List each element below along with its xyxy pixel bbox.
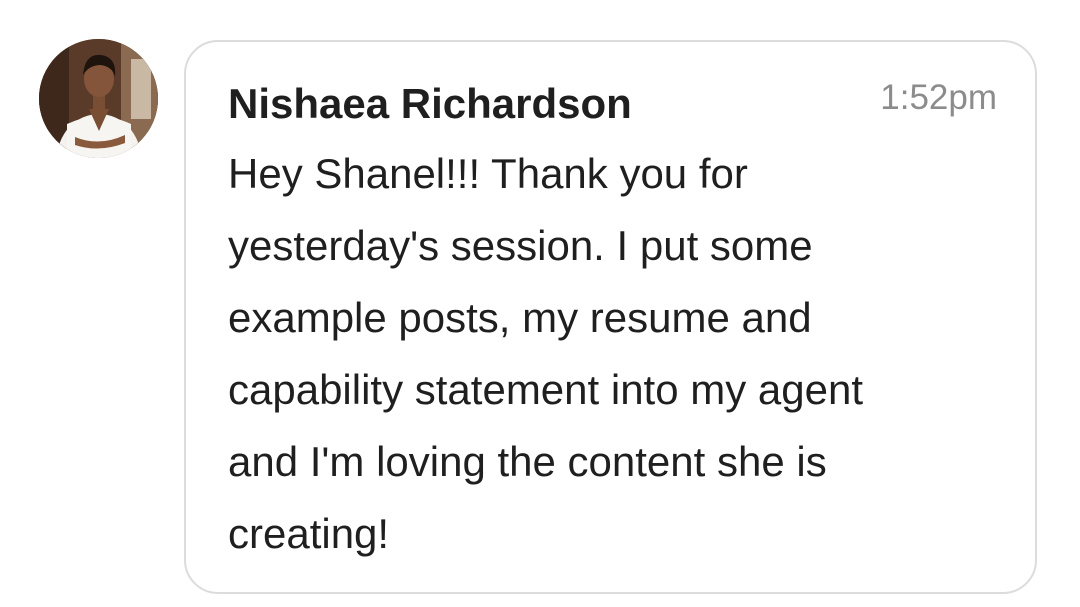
sender-name: Nishaea Richardson (228, 80, 632, 127)
profile-photo-icon (39, 39, 158, 158)
message-bubble[interactable]: Nishaea Richardson 1:52pm Hey Shanel!!! … (184, 40, 1037, 594)
avatar[interactable] (39, 39, 158, 158)
message-timestamp: 1:52pm (880, 78, 997, 117)
message-text: Hey Shanel!!! Thank you for yesterday's … (228, 150, 864, 557)
